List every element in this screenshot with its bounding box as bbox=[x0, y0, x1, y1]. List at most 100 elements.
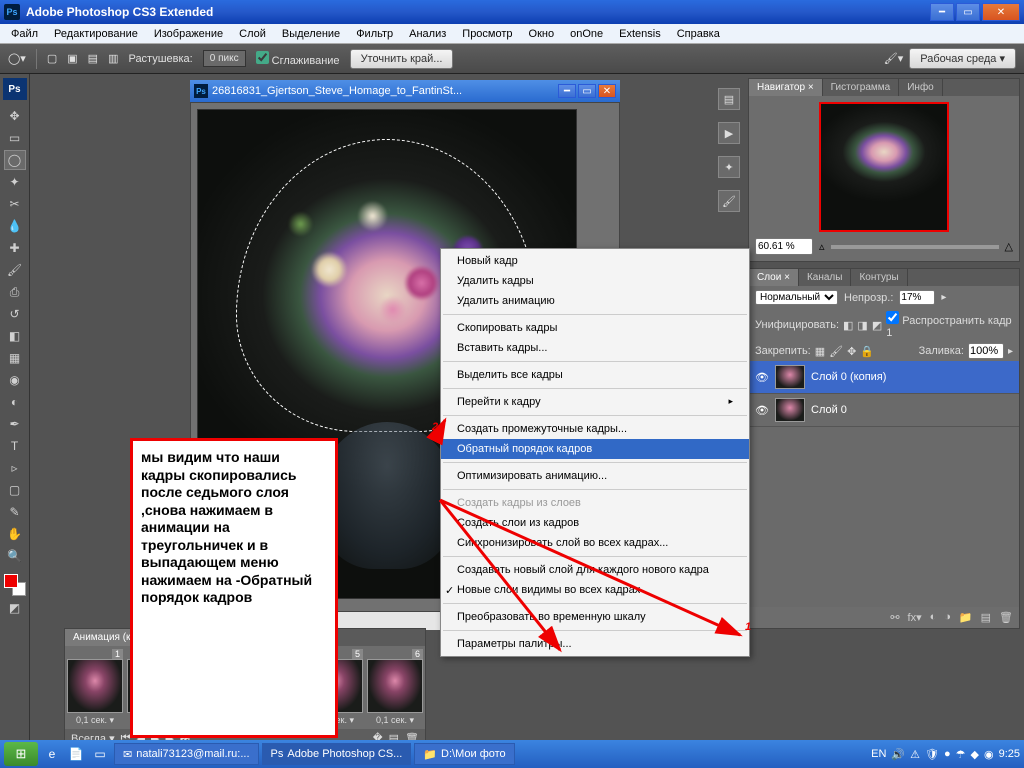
eyedropper-tool[interactable]: 💧 bbox=[4, 216, 26, 236]
gradient-tool[interactable]: ▦ bbox=[4, 348, 26, 368]
blur-tool[interactable]: ◉ bbox=[4, 370, 26, 390]
layer-item[interactable]: 👁Слой 0 bbox=[749, 394, 1019, 427]
new-layer-icon[interactable]: ▤ bbox=[981, 611, 991, 624]
adjustment-layer-icon[interactable]: ◑ bbox=[944, 611, 951, 624]
menu-item[interactable]: Параметры палитры... bbox=[441, 634, 749, 654]
color-swatches[interactable] bbox=[4, 574, 26, 596]
hand-tool[interactable]: ✋ bbox=[4, 524, 26, 544]
heal-tool[interactable]: ✚ bbox=[4, 238, 26, 258]
menu-item[interactable]: Создать слои из кадров bbox=[441, 513, 749, 533]
close-button[interactable]: ✕ bbox=[982, 3, 1020, 21]
refine-edge-button[interactable]: Уточнить край... bbox=[350, 49, 454, 69]
menu-Файл[interactable]: Файл bbox=[4, 26, 45, 42]
taskbar-task[interactable]: PsAdobe Photoshop CS... bbox=[262, 743, 412, 765]
document-titlebar[interactable]: Ps 26816831_Gjertson_Steve_Homage_to_Fan… bbox=[190, 80, 620, 102]
quick-desktop-icon[interactable]: ▭ bbox=[90, 744, 110, 764]
tab-Контуры[interactable]: Контуры bbox=[851, 269, 907, 286]
crop-tool[interactable]: ✂ bbox=[4, 194, 26, 214]
path-tool[interactable]: ▹ bbox=[4, 458, 26, 478]
zoom-in-icon[interactable]: △ bbox=[1005, 240, 1013, 253]
menu-item[interactable]: Удалить кадры bbox=[441, 271, 749, 291]
wand-tool[interactable]: ✦ bbox=[4, 172, 26, 192]
tab-Навигатор ×[interactable]: Навигатор × bbox=[749, 79, 823, 96]
marquee-tool[interactable]: ▭ bbox=[4, 128, 26, 148]
dodge-tool[interactable]: ◐ bbox=[4, 392, 26, 412]
lasso-tool[interactable]: ◯ bbox=[4, 150, 26, 170]
zoom-out-icon[interactable]: ▵ bbox=[819, 240, 825, 253]
quickmask-toggle[interactable]: ◩ bbox=[4, 598, 26, 618]
start-button[interactable]: ⊞ bbox=[4, 742, 38, 766]
brush-tool[interactable]: 🖌 bbox=[4, 260, 26, 280]
menu-Выделение[interactable]: Выделение bbox=[275, 26, 347, 42]
tab-Гистограмма[interactable]: Гистограмма bbox=[823, 79, 900, 96]
stamp-tool[interactable]: ⎙ bbox=[4, 282, 26, 302]
type-tool[interactable]: T bbox=[4, 436, 26, 456]
layer-fx-icon[interactable]: fx▾ bbox=[908, 611, 922, 624]
layer-group-icon[interactable]: 📁 bbox=[959, 611, 973, 624]
fill-input[interactable] bbox=[968, 343, 1004, 359]
clock[interactable]: 9:25 bbox=[999, 748, 1020, 760]
dock-btn-1[interactable]: ▤ bbox=[718, 88, 740, 110]
blend-mode-select[interactable]: Нормальный bbox=[755, 290, 838, 305]
tray-icon[interactable]: ● bbox=[944, 748, 951, 760]
doc-maximize[interactable]: ▭ bbox=[578, 84, 596, 98]
lock-all-icon[interactable]: 🔒 bbox=[860, 345, 874, 358]
menu-item[interactable]: Перейти к кадру bbox=[441, 392, 749, 412]
lang-indicator[interactable]: EN bbox=[871, 748, 886, 760]
menu-item[interactable]: Оптимизировать анимацию... bbox=[441, 466, 749, 486]
link-layers-icon[interactable]: ⚯ bbox=[890, 611, 899, 624]
unify-icon-3[interactable]: ◩ bbox=[872, 319, 882, 332]
menu-Анализ[interactable]: Анализ bbox=[402, 26, 453, 42]
quick-doc-icon[interactable]: 📄 bbox=[66, 744, 86, 764]
navigator-zoom-slider[interactable] bbox=[831, 245, 999, 249]
unify-icon-1[interactable]: ◧ bbox=[843, 319, 853, 332]
tray-icon[interactable]: ☂ bbox=[956, 748, 966, 761]
antialias-checkbox[interactable]: Сглаживание bbox=[256, 51, 340, 67]
tray-icon[interactable]: ◆ bbox=[971, 748, 979, 761]
workspace-button[interactable]: Рабочая среда ▾ bbox=[909, 48, 1016, 69]
tray-icon[interactable]: ⚠ bbox=[910, 748, 920, 761]
dock-btn-3[interactable]: ✦ bbox=[718, 156, 740, 178]
menu-item[interactable]: Новый кадр bbox=[441, 251, 749, 271]
tab-Инфо[interactable]: Инфо bbox=[899, 79, 943, 96]
visibility-icon[interactable]: 👁 bbox=[755, 371, 769, 384]
propagate-checkbox[interactable]: Распространить кадр 1 bbox=[886, 311, 1013, 339]
menu-item[interactable]: Синхронизировать слой во всех кадрах... bbox=[441, 533, 749, 553]
tab-Каналы[interactable]: Каналы bbox=[799, 269, 852, 286]
maximize-button[interactable]: ▭ bbox=[956, 3, 980, 21]
selection-mode-new[interactable]: ▢ bbox=[47, 52, 57, 65]
brush-preset-icon[interactable]: 🖌▾ bbox=[884, 52, 904, 65]
selection-mode-sub[interactable]: ▤ bbox=[88, 52, 98, 65]
lock-position-icon[interactable]: ✥ bbox=[847, 345, 856, 358]
layer-mask-icon[interactable]: ◐ bbox=[930, 611, 937, 624]
notes-tool[interactable]: ✎ bbox=[4, 502, 26, 522]
menu-item[interactable]: Обратный порядок кадров bbox=[441, 439, 749, 459]
selection-mode-add[interactable]: ▣ bbox=[67, 52, 77, 65]
doc-close[interactable]: ✕ bbox=[598, 84, 616, 98]
feather-input[interactable]: 0 пикс bbox=[203, 50, 246, 67]
layer-item[interactable]: 👁Слой 0 (копия) bbox=[749, 361, 1019, 394]
menu-Extensis[interactable]: Extensis bbox=[612, 26, 668, 42]
menu-item[interactable]: Удалить анимацию bbox=[441, 291, 749, 311]
unify-icon-2[interactable]: ◨ bbox=[857, 319, 867, 332]
opacity-input[interactable] bbox=[899, 290, 935, 305]
frame-6[interactable]: 60,1 сек. ▾ bbox=[367, 649, 423, 726]
eraser-tool[interactable]: ◧ bbox=[4, 326, 26, 346]
doc-minimize[interactable]: ━ bbox=[558, 84, 576, 98]
navigator-zoom-input[interactable] bbox=[755, 238, 813, 255]
lock-pixels-icon[interactable]: 🖌 bbox=[829, 345, 843, 358]
pen-tool[interactable]: ✒ bbox=[4, 414, 26, 434]
menu-item[interactable]: Создать промежуточные кадры... bbox=[441, 419, 749, 439]
menu-item[interactable]: Выделить все кадры bbox=[441, 365, 749, 385]
menu-Просмотр[interactable]: Просмотр bbox=[455, 26, 519, 42]
zoom-tool[interactable]: 🔍 bbox=[4, 546, 26, 566]
move-tool[interactable]: ✥ bbox=[4, 106, 26, 126]
dock-btn-4[interactable]: 🖌 bbox=[718, 190, 740, 212]
menu-Справка[interactable]: Справка bbox=[670, 26, 727, 42]
menu-Редактирование[interactable]: Редактирование bbox=[47, 26, 145, 42]
history-brush-tool[interactable]: ↺ bbox=[4, 304, 26, 324]
taskbar-task[interactable]: 📁D:\Мои фото bbox=[414, 743, 514, 765]
quick-ie-icon[interactable]: e bbox=[42, 744, 62, 764]
minimize-button[interactable]: ━ bbox=[930, 3, 954, 21]
frame-1[interactable]: 10,1 сек. ▾ bbox=[67, 649, 123, 726]
